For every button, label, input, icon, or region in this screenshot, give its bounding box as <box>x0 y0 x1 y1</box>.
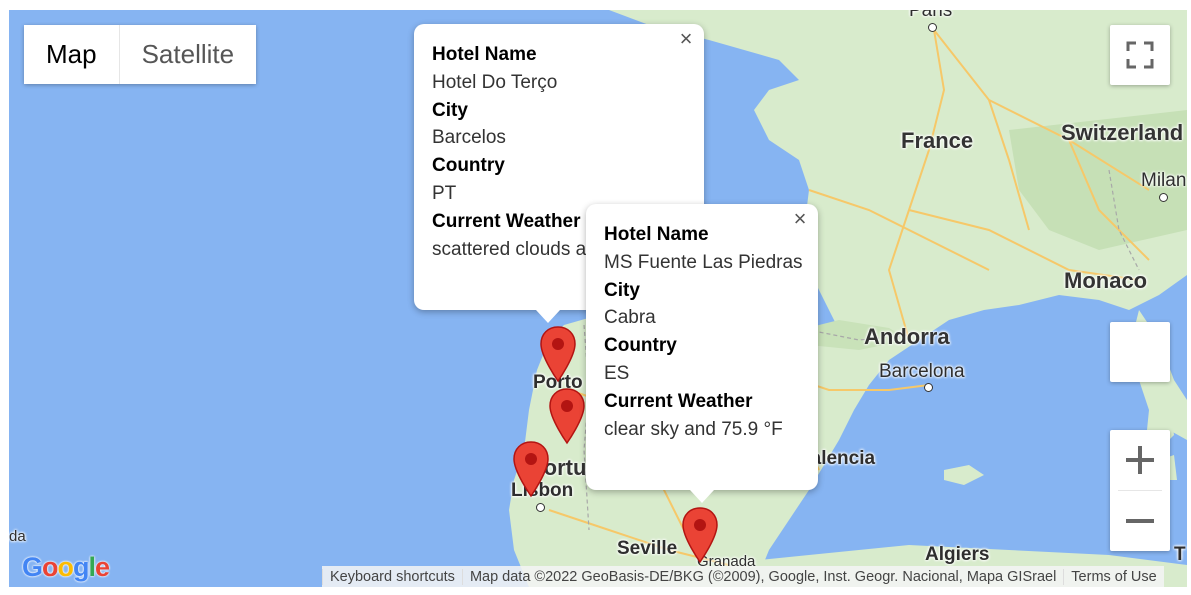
terms-of-use-link[interactable]: Terms of Use <box>1063 568 1163 585</box>
map-type-map-button[interactable]: Map <box>24 25 119 84</box>
marker-barcelos[interactable] <box>539 325 577 383</box>
label-milan: Milan <box>1141 170 1187 191</box>
country-value: ES <box>604 362 630 384</box>
fullscreen-icon <box>1126 41 1154 69</box>
city-value: Barcelos <box>432 127 506 149</box>
info-window-tail <box>536 310 560 323</box>
weather-value: clear sky and 75.9 °F <box>604 418 783 440</box>
dot-lisbon <box>536 503 545 512</box>
hotel-name-label: Hotel Name <box>604 224 709 245</box>
map-data-text: Map data ©2022 GeoBasis-DE/BKG (©2009), … <box>461 568 1063 585</box>
dot-barcelona <box>924 383 933 392</box>
hotel-name-value: Hotel Do Terço <box>432 71 558 93</box>
country-label: Country <box>432 155 505 177</box>
land-balearic <box>944 465 984 485</box>
city-label: City <box>604 279 640 301</box>
label-france: France <box>901 128 974 153</box>
city-label: City <box>432 99 468 121</box>
info-window-cabra: × Hotel Name MS Fuente Las Piedras City … <box>586 204 818 490</box>
label-switzerland: Switzerland <box>1061 120 1184 145</box>
label-edge-right: T <box>1174 544 1186 565</box>
info-window-tail <box>690 490 714 503</box>
street-view-button[interactable] <box>1110 322 1170 382</box>
hotel-name-value: MS Fuente Las Piedras <box>604 251 803 273</box>
label-edge-left: da <box>9 528 26 545</box>
weather-label: Current Weather <box>604 390 753 412</box>
plus-icon <box>1126 446 1154 474</box>
label-paris: Paris <box>909 10 953 21</box>
hotel-name-label: Hotel Name <box>432 44 537 65</box>
marker-cabra[interactable] <box>681 506 719 564</box>
zoom-out-button[interactable] <box>1110 491 1170 551</box>
attribution-bar: Keyboard shortcuts Map data ©2022 GeoBas… <box>322 566 1164 587</box>
zoom-in-button[interactable] <box>1110 430 1170 490</box>
label-andorra: Andorra <box>864 324 950 349</box>
google-logo[interactable]: Google <box>22 552 110 583</box>
marker-lisbon[interactable] <box>512 440 550 498</box>
dot-paris <box>928 23 937 32</box>
marker-coimbra[interactable] <box>548 387 586 445</box>
fullscreen-button[interactable] <box>1110 25 1170 85</box>
map-type-control: Map Satellite <box>24 25 257 84</box>
label-seville: Seville <box>617 538 678 559</box>
minus-icon <box>1126 519 1154 523</box>
close-icon[interactable]: × <box>790 208 810 230</box>
label-algiers: Algiers <box>925 544 990 565</box>
label-barcelona: Barcelona <box>879 361 965 382</box>
zoom-control <box>1110 430 1170 551</box>
map-canvas[interactable]: Paris France Switzerland Milan Monaco An… <box>9 10 1187 587</box>
map-type-satellite-button[interactable]: Satellite <box>118 25 257 84</box>
label-monaco: Monaco <box>1064 268 1148 293</box>
country-label: Country <box>604 335 677 357</box>
keyboard-shortcuts-link[interactable]: Keyboard shortcuts <box>322 568 462 585</box>
close-icon[interactable]: × <box>676 28 696 50</box>
city-value: Cabra <box>604 307 656 329</box>
dot-milan <box>1159 193 1168 202</box>
